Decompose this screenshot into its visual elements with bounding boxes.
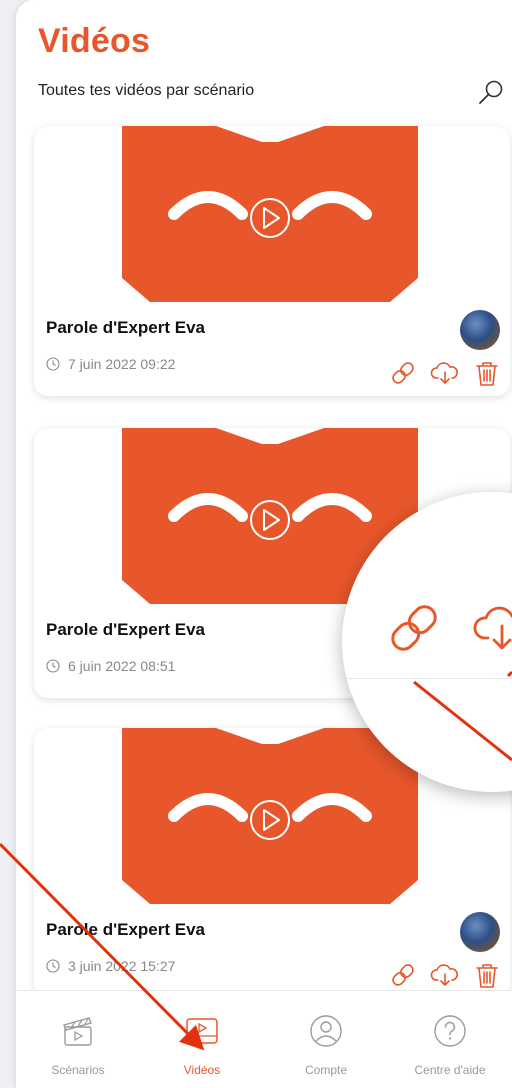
nav-label: Compte (304, 1063, 348, 1077)
search-button[interactable] (476, 78, 506, 108)
clock-icon (46, 959, 60, 973)
nav-item-help[interactable]: Centre d'aide (388, 991, 512, 1088)
trash-icon[interactable] (472, 358, 502, 388)
help-circle-icon (434, 1015, 466, 1047)
link-icon (391, 605, 437, 651)
cloud-download-icon[interactable] (430, 960, 460, 990)
nav-item-account[interactable]: Compte (264, 991, 388, 1088)
bottom-navigation: Scénarios Vidéos Compte Centre d'aide (16, 990, 512, 1088)
video-date: 3 juin 2022 15:27 (46, 958, 175, 974)
app-screen: Vidéos Toutes tes vidéos par scénario Pa… (16, 0, 512, 1088)
clock-icon (46, 357, 60, 371)
video-title: Parole d'Expert Eva (46, 318, 206, 337)
trash-icon[interactable] (472, 960, 502, 990)
video-title: Parole d'Expert Eva (46, 920, 206, 939)
nav-item-videos[interactable]: Vidéos (140, 991, 264, 1088)
search-icon (479, 80, 503, 104)
video-date-text: 3 juin 2022 15:27 (68, 958, 176, 974)
link-icon[interactable] (388, 358, 418, 388)
divider (342, 678, 512, 679)
page-title: Vidéos (38, 22, 151, 60)
video-actions (388, 358, 502, 388)
cloud-download-icon[interactable] (430, 358, 460, 388)
video-card[interactable]: Parole d'Expert Eva 7 juin 2022 09:22 (34, 126, 510, 396)
video-date: 6 juin 2022 08:51 (46, 658, 175, 674)
page-subtitle: Toutes tes vidéos par scénario (38, 82, 255, 99)
nav-label: Vidéos (183, 1063, 221, 1077)
nav-label: Centre d'aide (414, 1063, 486, 1077)
clapperboard-icon (63, 1017, 92, 1046)
link-icon[interactable] (388, 960, 418, 990)
video-thumbnail[interactable] (122, 728, 418, 904)
nav-item-scenarios[interactable]: Scénarios (16, 991, 140, 1088)
video-thumbnail[interactable] (122, 126, 418, 302)
video-date-text: 7 juin 2022 09:22 (68, 356, 176, 372)
avatar (460, 310, 500, 350)
cloud-download-icon (473, 606, 512, 650)
video-title: Parole d'Expert Eva (46, 620, 206, 639)
avatar (460, 912, 500, 952)
video-actions (388, 960, 502, 990)
video-player-icon (186, 1018, 218, 1044)
user-circle-icon (310, 1015, 342, 1047)
nav-label: Scénarios (51, 1063, 105, 1077)
clock-icon (46, 659, 60, 673)
video-date-text: 6 juin 2022 08:51 (68, 658, 176, 674)
video-date: 7 juin 2022 09:22 (46, 356, 175, 372)
